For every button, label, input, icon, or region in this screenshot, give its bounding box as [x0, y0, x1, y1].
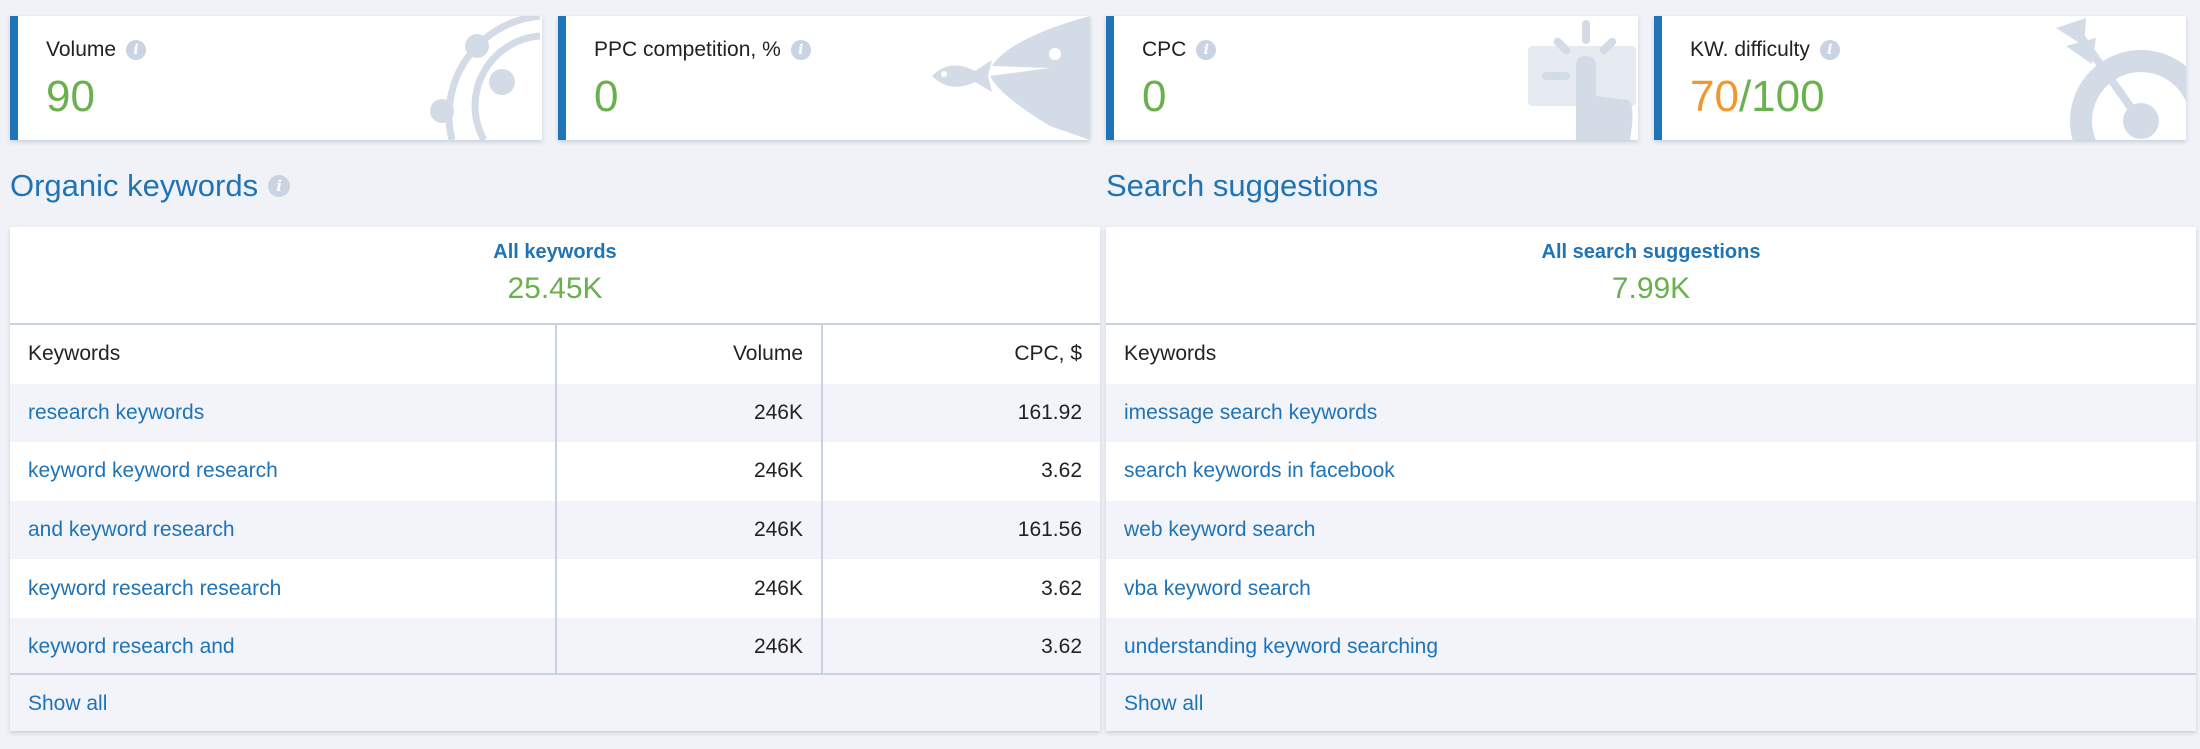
ppc-competition-value: 0	[594, 72, 619, 121]
organic-keywords-heading: Organic keywords	[10, 168, 259, 203]
search-suggestions-summary: All search suggestions 7.99K	[1106, 227, 2196, 325]
search-suggestions-title: Search suggestions	[1106, 168, 1378, 204]
cpc-cell: 3.62	[821, 617, 1100, 677]
organic-keywords-summary: All keywords 25.45K	[10, 227, 1100, 325]
keyword-link[interactable]: and keyword research	[28, 518, 235, 541]
kw-difficulty-card: KW. difficulty i 70/100	[1654, 16, 2186, 140]
table-row: web keyword search	[1106, 500, 2196, 560]
cpc-cell: 161.56	[821, 500, 1100, 560]
cpc-card: CPC i 0	[1106, 16, 1638, 140]
column-header-keywords[interactable]: Keywords	[1106, 325, 2196, 384]
info-icon[interactable]: i	[268, 175, 291, 197]
metric-cards: Volume i 90 PPC competition, % i 0 CPC i…	[10, 16, 2186, 140]
suggestion-link[interactable]: understanding keyword searching	[1124, 635, 1438, 658]
fish-illustration-icon	[932, 16, 1090, 140]
info-icon[interactable]: i	[126, 40, 147, 60]
all-keywords-link[interactable]: All keywords	[493, 241, 616, 264]
column-header-keywords[interactable]: Keywords	[10, 325, 556, 384]
suggestion-link[interactable]: search keywords in facebook	[1124, 459, 1395, 482]
organic-keywords-title: Organic keywords i	[10, 168, 291, 204]
volume-cell: 246K	[555, 442, 822, 501]
organic-keywords-total: 25.45K	[507, 272, 603, 305]
cpc-label: CPC	[1142, 38, 1187, 61]
keyword-link[interactable]: keyword research research	[28, 577, 281, 600]
table-row: imessage search keywords	[1106, 383, 2196, 443]
organic-keywords-panel: All keywords 25.45K Keywords Volume CPC,…	[10, 227, 1100, 731]
volume-cell: 246K	[555, 500, 822, 560]
ppc-competition-label: PPC competition, %	[594, 38, 781, 61]
search-suggestions-footer: Show all	[1106, 673, 2196, 731]
organic-keywords-table: Keywords Volume CPC, $ research keywords…	[10, 325, 1100, 677]
cpc-cell: 161.92	[821, 383, 1100, 443]
organic-keywords-footer: Show all	[10, 673, 1100, 731]
kw-difficulty-label: KW. difficulty	[1690, 38, 1810, 61]
info-icon[interactable]: i	[790, 40, 811, 60]
cpc-value: 0	[1142, 72, 1167, 121]
table-row: keyword research research 246K 3.62	[10, 559, 1100, 618]
table-row: research keywords 246K 161.92	[10, 383, 1100, 443]
search-suggestions-panel: All search suggestions 7.99K Keywords im…	[1106, 227, 2196, 731]
table-row: search keywords in facebook	[1106, 442, 2196, 501]
suggestion-link[interactable]: web keyword search	[1124, 518, 1315, 541]
click-hand-illustration-icon	[1528, 20, 1636, 140]
cpc-cell: 3.62	[821, 442, 1100, 501]
volume-card: Volume i 90	[10, 16, 542, 140]
info-icon[interactable]: i	[1196, 40, 1217, 60]
table-row: and keyword research 246K 161.56	[10, 500, 1100, 560]
suggestion-link[interactable]: imessage search keywords	[1124, 401, 1377, 424]
kw-difficulty-score: 70	[1690, 72, 1739, 121]
search-suggestions-total: 7.99K	[1611, 272, 1691, 305]
volume-cell: 246K	[555, 617, 822, 677]
table-header-row: Keywords Volume CPC, $	[10, 325, 1100, 384]
table-row: keyword keyword research 246K 3.62	[10, 442, 1100, 501]
table-row: understanding keyword searching	[1106, 617, 2196, 677]
suggestion-link[interactable]: vba keyword search	[1124, 577, 1311, 600]
kw-difficulty-value: 70/100	[1690, 72, 1825, 122]
show-all-suggestions-link[interactable]: Show all	[1124, 692, 1203, 715]
column-header-cpc[interactable]: CPC, $	[821, 325, 1100, 384]
volume-label: Volume	[46, 38, 117, 61]
table-header-row: Keywords	[1106, 325, 2196, 384]
orbit-illustration-icon	[430, 16, 541, 140]
search-suggestions-heading: Search suggestions	[1106, 168, 1379, 203]
volume-value: 90	[46, 72, 95, 121]
volume-cell: 246K	[555, 383, 822, 443]
show-all-keywords-link[interactable]: Show all	[28, 692, 107, 715]
keyword-link[interactable]: keyword research and	[28, 635, 235, 658]
target-arrow-illustration-icon	[2056, 18, 2186, 140]
volume-cell: 246K	[555, 559, 822, 618]
kw-difficulty-max: /100	[1738, 72, 1825, 121]
all-search-suggestions-link[interactable]: All search suggestions	[1542, 241, 1761, 264]
keyword-link[interactable]: research keywords	[28, 401, 204, 424]
cpc-cell: 3.62	[821, 559, 1100, 618]
table-row: vba keyword search	[1106, 559, 2196, 618]
keyword-link[interactable]: keyword keyword research	[28, 459, 278, 482]
info-icon[interactable]: i	[1819, 40, 1840, 60]
ppc-competition-card: PPC competition, % i 0	[558, 16, 1090, 140]
column-header-volume[interactable]: Volume	[555, 325, 822, 384]
table-row: keyword research and 246K 3.62	[10, 617, 1100, 677]
search-suggestions-table: Keywords imessage search keywords search…	[1106, 325, 2196, 677]
